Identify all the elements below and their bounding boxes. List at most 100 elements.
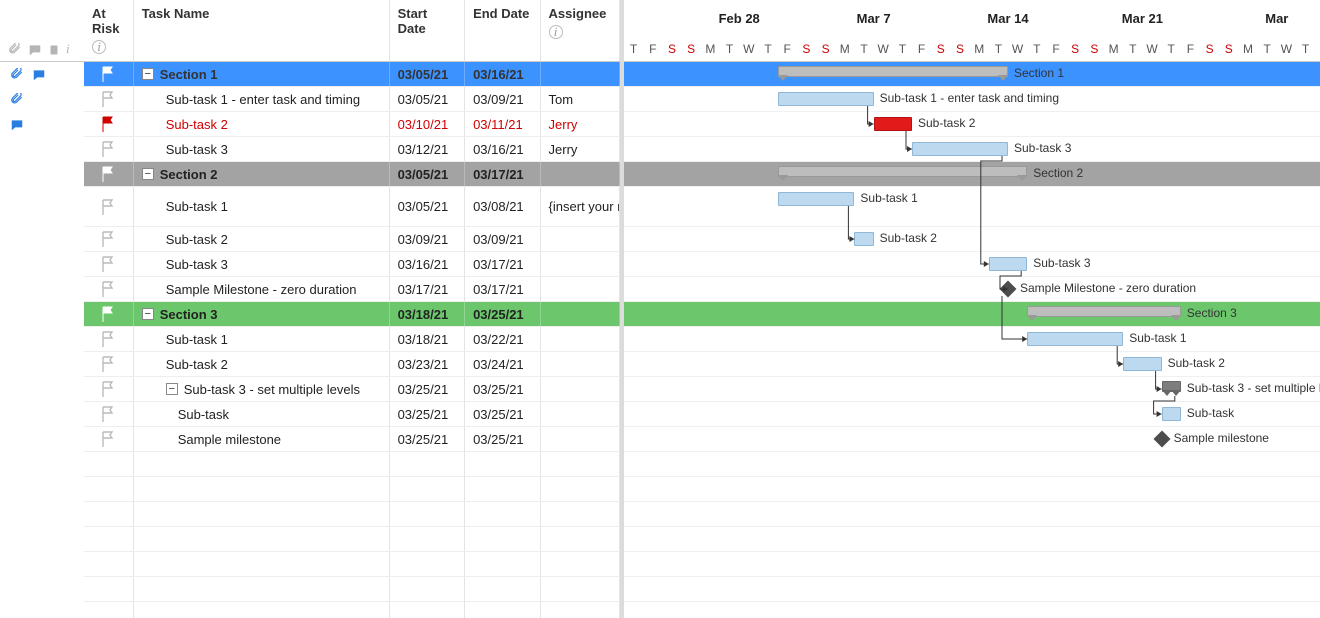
table-row[interactable] <box>84 577 620 602</box>
table-row[interactable] <box>84 602 620 618</box>
gantt-bar[interactable] <box>1162 407 1181 421</box>
assignee-cell[interactable] <box>541 352 620 376</box>
col-header-task-name[interactable]: Task Name <box>134 0 390 61</box>
start-date-cell[interactable]: 03/18/21 <box>390 327 465 351</box>
task-name-cell[interactable]: −Section 1 <box>134 62 390 86</box>
table-row[interactable]: −Section 303/18/2103/25/21 <box>84 302 620 327</box>
flag-icon[interactable] <box>101 231 115 247</box>
assignee-cell[interactable] <box>541 302 620 326</box>
gantt-bar[interactable] <box>874 117 912 131</box>
assignee-cell[interactable] <box>541 252 620 276</box>
gantt-row[interactable]: Sample Milestone - zero duration <box>624 277 1320 302</box>
table-row[interactable]: Sample milestone03/25/2103/25/21 <box>84 427 620 452</box>
end-date-cell[interactable]: 03/17/21 <box>465 162 540 186</box>
table-row[interactable]: −Section 203/05/2103/17/21 <box>84 162 620 187</box>
assignee-cell[interactable] <box>541 162 620 186</box>
gantt-bar[interactable] <box>1027 306 1181 317</box>
flag-icon[interactable] <box>101 406 115 422</box>
flag-icon[interactable] <box>101 256 115 272</box>
gantt-bar[interactable] <box>1027 332 1123 346</box>
assignee-cell[interactable] <box>541 377 620 401</box>
task-name-cell[interactable]: Sub-task 1 <box>134 327 390 351</box>
comment-icon[interactable] <box>10 118 24 132</box>
at-risk-cell[interactable] <box>84 87 134 111</box>
gantt-row[interactable]: Section 3 <box>624 302 1320 327</box>
flag-icon[interactable] <box>101 116 115 132</box>
task-name-cell[interactable]: Sub-task <box>134 402 390 426</box>
milestone-marker[interactable] <box>1000 281 1017 298</box>
gantt-row[interactable]: Sub-task 1 <box>624 327 1320 352</box>
table-row[interactable]: Sample Milestone - zero duration03/17/21… <box>84 277 620 302</box>
end-date-cell[interactable]: 03/25/21 <box>465 302 540 326</box>
gantt-row[interactable]: Section 2 <box>624 162 1320 187</box>
assignee-cell[interactable] <box>541 402 620 426</box>
table-row[interactable] <box>84 452 620 477</box>
flag-icon[interactable] <box>101 306 115 322</box>
at-risk-cell[interactable] <box>84 187 134 226</box>
task-name-cell[interactable]: Sub-task 3 <box>134 137 390 161</box>
task-name-cell[interactable]: Sub-task 1 - enter task and timing <box>134 87 390 111</box>
flag-icon[interactable] <box>101 141 115 157</box>
gantt-row[interactable]: Sub-task <box>624 402 1320 427</box>
flag-icon[interactable] <box>101 431 115 447</box>
table-row[interactable]: Sub-task 1 - enter task and timing03/05/… <box>84 87 620 112</box>
start-date-cell[interactable]: 03/05/21 <box>390 162 465 186</box>
gantt-bar[interactable] <box>1162 381 1181 392</box>
assignee-cell[interactable] <box>541 62 620 86</box>
task-name-cell[interactable]: Sub-task 2 <box>134 112 390 136</box>
at-risk-cell[interactable] <box>84 112 134 136</box>
end-date-cell[interactable]: 03/09/21 <box>465 227 540 251</box>
table-row[interactable]: −Section 103/05/2103/16/21 <box>84 62 620 87</box>
end-date-cell[interactable]: 03/16/21 <box>465 62 540 86</box>
gantt-row[interactable]: Sample milestone <box>624 427 1320 452</box>
task-name-cell[interactable]: −Section 2 <box>134 162 390 186</box>
col-header-start-date[interactable]: Start Date <box>390 0 465 61</box>
start-date-cell[interactable]: 03/25/21 <box>390 377 465 401</box>
milestone-marker[interactable] <box>1153 431 1170 448</box>
gantt-row[interactable]: Sub-task 1 <box>624 187 1320 227</box>
comment-icon[interactable] <box>32 68 46 82</box>
table-row[interactable]: Sub-task 103/18/2103/22/21 <box>84 327 620 352</box>
end-date-cell[interactable]: 03/24/21 <box>465 352 540 376</box>
gantt-bar[interactable] <box>778 192 855 206</box>
assignee-cell[interactable] <box>541 227 620 251</box>
collapse-toggle[interactable]: − <box>166 383 178 395</box>
end-date-cell[interactable]: 03/11/21 <box>465 112 540 136</box>
gantt-bar[interactable] <box>778 92 874 106</box>
flag-icon[interactable] <box>101 91 115 107</box>
gantt-row[interactable]: Sub-task 1 - enter task and timing <box>624 87 1320 112</box>
at-risk-cell[interactable] <box>84 227 134 251</box>
assignee-cell[interactable]: Jerry <box>541 137 620 161</box>
assignee-cell[interactable]: Jerry <box>541 112 620 136</box>
start-date-cell[interactable]: 03/09/21 <box>390 227 465 251</box>
start-date-cell[interactable]: 03/16/21 <box>390 252 465 276</box>
start-date-cell[interactable]: 03/25/21 <box>390 402 465 426</box>
table-row[interactable]: Sub-task 303/12/2103/16/21Jerry <box>84 137 620 162</box>
task-name-cell[interactable]: −Sub-task 3 - set multiple levels <box>134 377 390 401</box>
start-date-cell[interactable]: 03/05/21 <box>390 187 465 226</box>
table-row[interactable]: Sub-task 203/23/2103/24/21 <box>84 352 620 377</box>
task-name-cell[interactable]: Sub-task 2 <box>134 227 390 251</box>
start-date-cell[interactable]: 03/25/21 <box>390 427 465 451</box>
attachment-icon[interactable] <box>10 93 24 107</box>
gantt-bar[interactable] <box>854 232 873 246</box>
end-date-cell[interactable]: 03/09/21 <box>465 87 540 111</box>
start-date-cell[interactable]: 03/12/21 <box>390 137 465 161</box>
assignee-cell[interactable] <box>541 427 620 451</box>
at-risk-cell[interactable] <box>84 377 134 401</box>
start-date-cell[interactable]: 03/05/21 <box>390 87 465 111</box>
gantt-bar[interactable] <box>778 66 1008 77</box>
gantt-row[interactable]: Sub-task 3 - set multiple levels <box>624 377 1320 402</box>
at-risk-cell[interactable] <box>84 62 134 86</box>
task-name-cell[interactable]: Sub-task 2 <box>134 352 390 376</box>
assignee-cell[interactable] <box>541 327 620 351</box>
gantt-bar[interactable] <box>989 257 1027 271</box>
gantt-bar[interactable] <box>1123 357 1161 371</box>
start-date-cell[interactable]: 03/10/21 <box>390 112 465 136</box>
table-row[interactable]: Sub-task 203/10/2103/11/21Jerry <box>84 112 620 137</box>
info-icon[interactable]: i <box>549 25 563 39</box>
col-header-end-date[interactable]: End Date <box>465 0 540 61</box>
table-row[interactable] <box>84 502 620 527</box>
info-icon[interactable]: i <box>92 40 106 54</box>
at-risk-cell[interactable] <box>84 327 134 351</box>
